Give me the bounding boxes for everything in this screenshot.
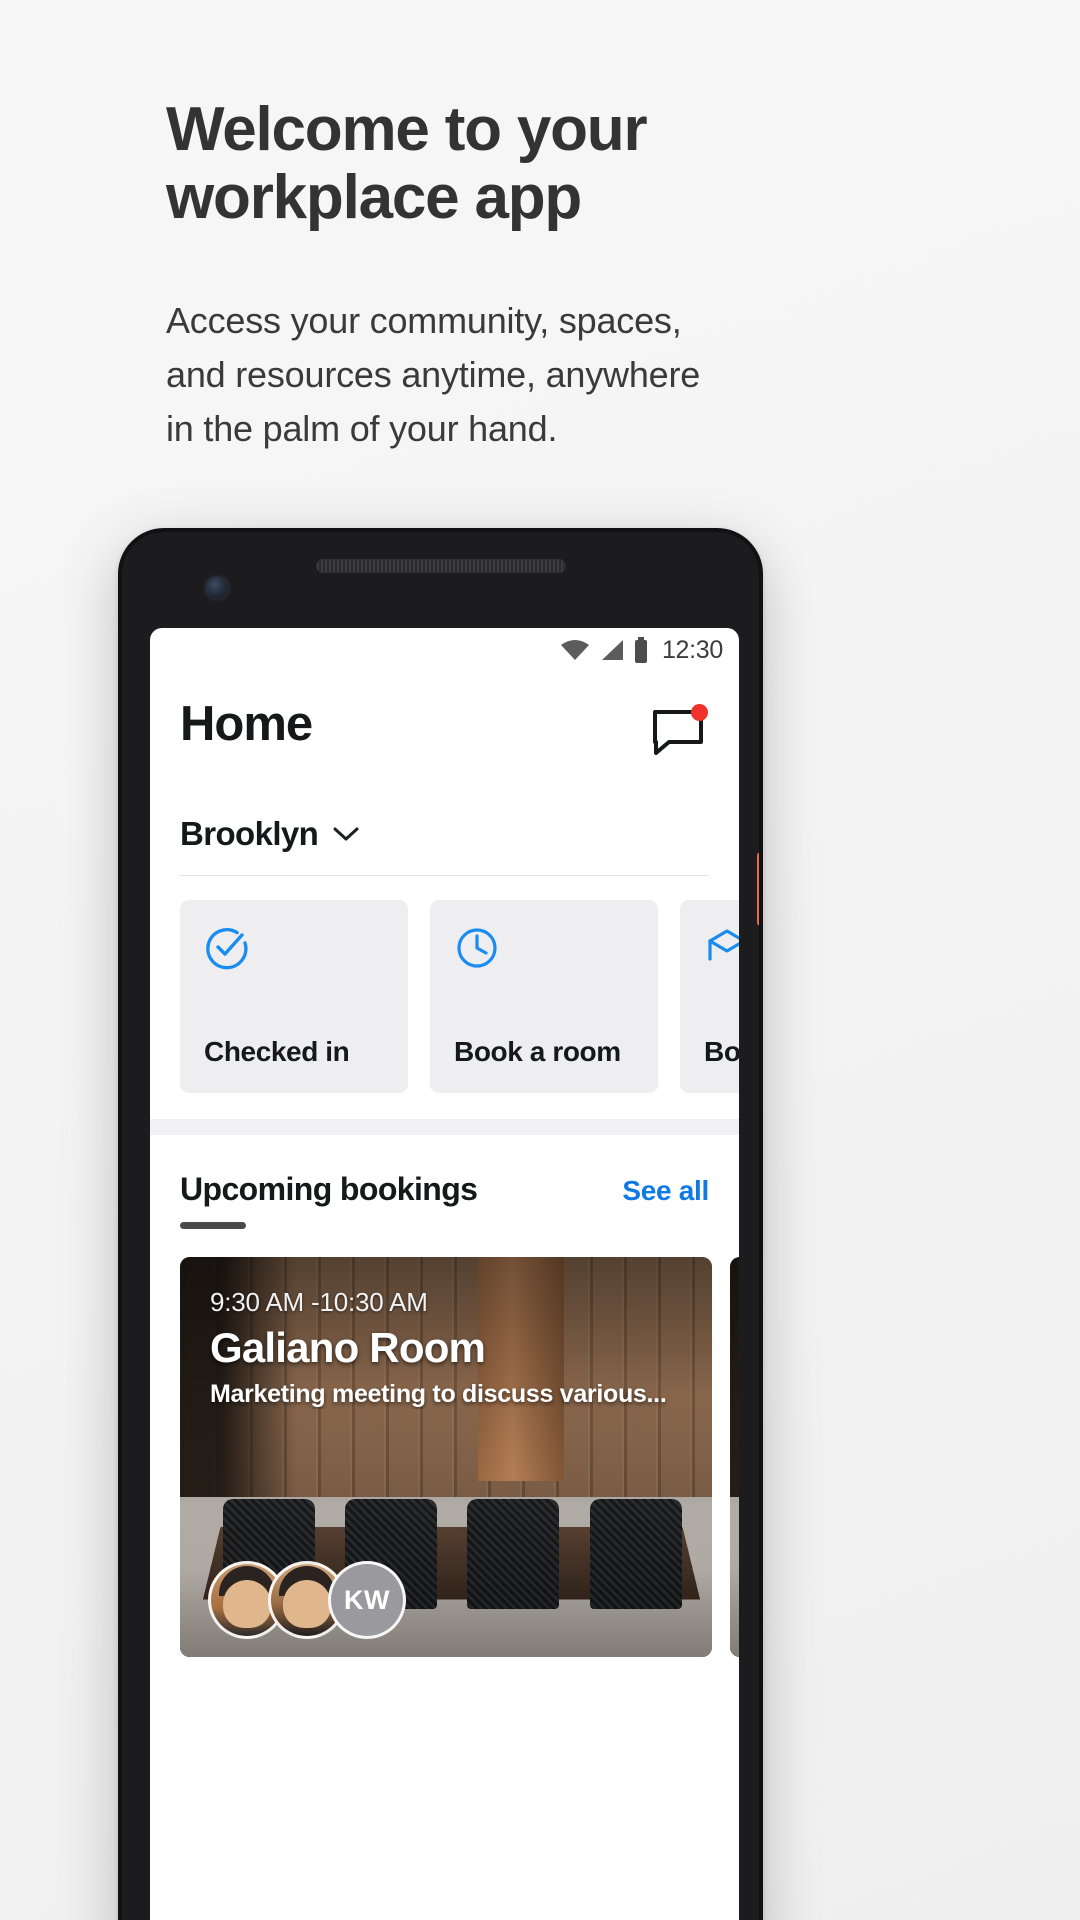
location-selector[interactable]: Brooklyn bbox=[150, 761, 739, 853]
location-name: Brooklyn bbox=[180, 815, 319, 852]
booking-card-next[interactable] bbox=[730, 1257, 739, 1657]
section-title: Upcoming bookings bbox=[180, 1171, 478, 1207]
front-camera-icon bbox=[206, 577, 228, 599]
avatar-initials: KW bbox=[328, 1561, 406, 1639]
status-bar-time: 12:30 bbox=[661, 635, 723, 664]
cellular-signal-icon bbox=[601, 640, 623, 660]
quick-action-checked-in[interactable]: Checked in bbox=[180, 900, 408, 1093]
status-bar: 12:30 bbox=[150, 628, 739, 672]
page-title: Welcome to your workplace app bbox=[166, 95, 648, 233]
quick-actions-carousel[interactable]: Checked in Book a room Book a des bbox=[150, 876, 739, 1093]
marketing-copy: Welcome to your workplace app Access you… bbox=[166, 95, 786, 456]
desk-icon bbox=[708, 929, 739, 961]
bookings-carousel[interactable]: 9:30 AM -10:30 AM Galiano Room Marketing… bbox=[150, 1229, 739, 1657]
battery-icon bbox=[634, 637, 647, 663]
power-button[interactable] bbox=[757, 852, 759, 926]
phone-screen: 12:30 Home Brooklyn Checked in Book a ro… bbox=[150, 628, 739, 1920]
photo-overlay bbox=[730, 1257, 739, 1657]
booking-room-name: Galiano Room bbox=[210, 1324, 486, 1371]
screen-header: Home bbox=[150, 672, 739, 761]
booking-time: 9:30 AM -10:30 AM bbox=[210, 1287, 428, 1317]
quick-action-label: Checked in bbox=[204, 1036, 350, 1067]
earpiece-speaker-icon bbox=[315, 559, 566, 573]
see-all-link[interactable]: See all bbox=[622, 1175, 709, 1207]
booking-card[interactable]: 9:30 AM -10:30 AM Galiano Room Marketing… bbox=[180, 1257, 712, 1657]
booking-description: Marketing meeting to discuss various... bbox=[210, 1380, 667, 1408]
section-accent-bar bbox=[180, 1222, 246, 1229]
booking-details: 9:30 AM -10:30 AM Galiano Room Marketing… bbox=[210, 1287, 688, 1409]
attendee-avatars: KW bbox=[208, 1561, 406, 1639]
phone-bezel: 12:30 Home Brooklyn Checked in Book a ro… bbox=[122, 532, 759, 1920]
screen-title: Home bbox=[180, 697, 313, 751]
phone-device-mockup: 12:30 Home Brooklyn Checked in Book a ro… bbox=[118, 528, 763, 1920]
page-subtitle: Access your community, spaces, and resou… bbox=[166, 300, 701, 450]
messages-button[interactable] bbox=[651, 704, 708, 761]
quick-action-label: Book a desk bbox=[704, 1036, 739, 1067]
wifi-icon bbox=[560, 640, 589, 660]
quick-action-label: Book a room bbox=[454, 1036, 621, 1067]
chevron-down-icon bbox=[333, 827, 359, 841]
quick-action-book-a-room[interactable]: Book a room bbox=[430, 900, 658, 1093]
unread-badge bbox=[691, 704, 708, 721]
section-spacer bbox=[150, 1119, 739, 1135]
upcoming-bookings-header: Upcoming bookings See all bbox=[150, 1135, 739, 1208]
check-circle-icon bbox=[206, 927, 248, 970]
quick-action-book-a-desk[interactable]: Book a desk bbox=[680, 900, 739, 1093]
clock-icon bbox=[457, 928, 497, 968]
